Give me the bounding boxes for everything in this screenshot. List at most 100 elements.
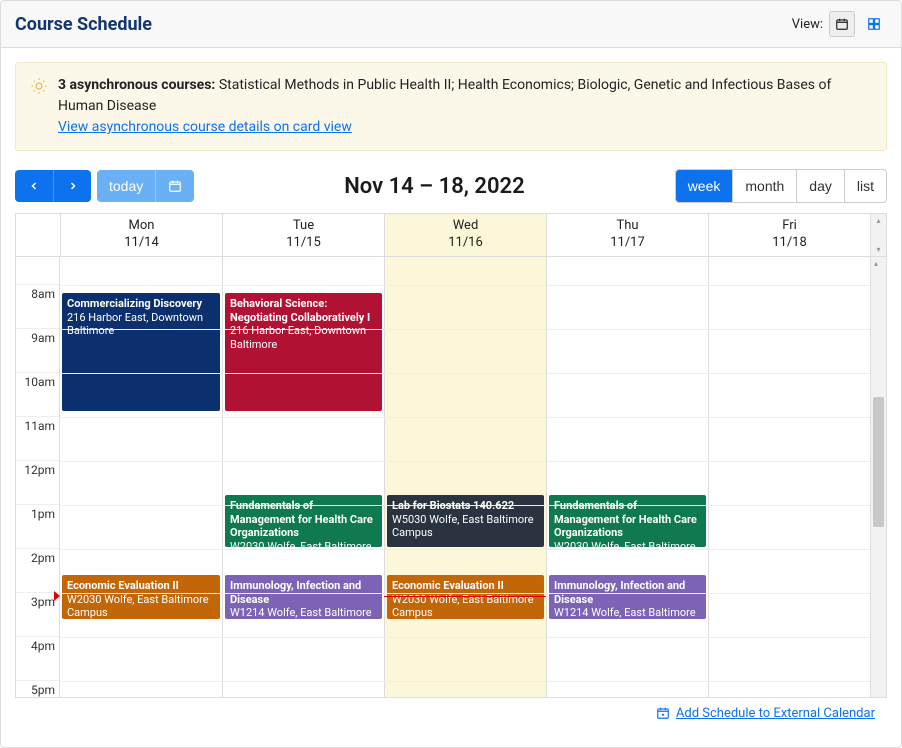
month-button[interactable]: month	[732, 170, 796, 202]
day-date: 11/18	[709, 235, 870, 252]
card-view-button[interactable]	[861, 11, 887, 37]
calendar-event[interactable]: Immunology, Infection and DiseaseW1214 W…	[225, 575, 382, 619]
calendar-event[interactable]: Commercializing Discovery216 Harbor East…	[62, 293, 220, 411]
day-column-mon: Commercializing Discovery216 Harbor East…	[60, 257, 222, 697]
event-location: W2030 Wolfe, East Baltimore Campus	[67, 593, 215, 619]
day-header: Tue 11/15	[222, 214, 384, 257]
export-calendar-link[interactable]: Add Schedule to External Calendar	[656, 706, 875, 721]
vertical-scrollbar[interactable]	[870, 257, 886, 697]
event-location: W1214 Wolfe, East Baltimore Campus	[230, 606, 377, 619]
grid-line	[60, 329, 870, 330]
next-button[interactable]	[53, 170, 91, 202]
date-range-title: Nov 14 – 18, 2022	[344, 174, 524, 199]
time-label	[16, 257, 59, 285]
calendar-body: 8am 9am 10am 11am 12pm 1pm 2pm 3pm 4pm 5…	[16, 257, 886, 697]
calendar-view-button[interactable]	[829, 11, 855, 37]
day-header: Fri 11/18	[708, 214, 870, 257]
time-label: 3pm	[16, 593, 59, 637]
notice-text: 3 asynchronous courses: Statistical Meth…	[58, 75, 872, 138]
day-button[interactable]: day	[796, 170, 844, 202]
day-date: 11/14	[61, 235, 222, 252]
prev-button[interactable]	[15, 170, 53, 202]
grid-line	[60, 681, 870, 682]
grid-line	[60, 637, 870, 638]
day-of-week: Mon	[61, 218, 222, 235]
chevron-left-icon	[28, 180, 40, 192]
export-calendar-label: Add Schedule to External Calendar	[676, 706, 875, 721]
async-notice: 3 asynchronous courses: Statistical Meth…	[15, 62, 887, 151]
time-label: 4pm	[16, 637, 59, 681]
view-switcher: View:	[792, 11, 887, 37]
today-group: today	[97, 170, 194, 202]
panel-body: 3 asynchronous courses: Statistical Meth…	[1, 48, 901, 747]
calendar-event[interactable]: Lab for Biostats 140.622W5030 Wolfe, Eas…	[387, 495, 544, 547]
panel-header: Course Schedule View:	[1, 1, 901, 48]
calendar-event[interactable]: Fundamentals of Management for Health Ca…	[225, 495, 382, 547]
calendar-event[interactable]: Immunology, Infection and DiseaseW1214 W…	[549, 575, 706, 619]
event-location: 216 Harbor East, Downtown Baltimore	[67, 311, 215, 339]
chevron-right-icon	[67, 180, 79, 192]
card-icon	[867, 17, 881, 31]
event-location: W2030 Wolfe, East Baltimore Campus	[230, 540, 377, 547]
calendar-icon	[835, 17, 849, 31]
time-label: 12pm	[16, 461, 59, 505]
day-header-today: Wed 11/16	[384, 214, 546, 257]
calendar-event[interactable]: Behavioral Science: Negotiating Collabor…	[225, 293, 382, 411]
day-date: 11/16	[385, 235, 546, 252]
panel-footer: Add Schedule to External Calendar	[15, 698, 887, 733]
scroll-stub: ▴▾	[870, 214, 886, 257]
calendar-add-icon	[656, 706, 670, 720]
notice-link[interactable]: View asynchronous course details on card…	[58, 117, 352, 138]
day-of-week: Fri	[709, 218, 870, 235]
calendar-event[interactable]: Economic Evaluation IIW2030 Wolfe, East …	[62, 575, 220, 619]
day-header: Mon 11/14	[60, 214, 222, 257]
day-of-week: Thu	[547, 218, 708, 235]
event-title: Economic Evaluation II	[392, 579, 539, 593]
day-column-tue: Behavioral Science: Negotiating Collabor…	[222, 257, 384, 697]
time-label: 5pm	[16, 681, 59, 697]
grid-line	[60, 593, 870, 594]
grid-line	[60, 285, 870, 286]
event-title: Behavioral Science: Negotiating Collabor…	[230, 297, 377, 325]
calendar-grid[interactable]: Commercializing Discovery216 Harbor East…	[60, 257, 870, 697]
datepicker-button[interactable]	[155, 170, 194, 202]
event-title: Economic Evaluation II	[67, 579, 215, 593]
time-gutter: 8am 9am 10am 11am 12pm 1pm 2pm 3pm 4pm 5…	[16, 257, 60, 697]
calendar-icon	[168, 179, 182, 193]
nav-arrows	[15, 170, 91, 202]
nav-group: today	[15, 170, 194, 202]
day-header: Thu 11/17	[546, 214, 708, 257]
scrollbar-thumb[interactable]	[873, 397, 884, 527]
week-button[interactable]: week	[676, 170, 733, 202]
time-label: 11am	[16, 417, 59, 461]
sun-icon	[30, 77, 48, 99]
today-button[interactable]: today	[97, 170, 155, 202]
grid-line	[60, 373, 870, 374]
day-column-fri	[708, 257, 870, 697]
day-date: 11/15	[223, 235, 384, 252]
page-title: Course Schedule	[15, 14, 152, 35]
calendar-event[interactable]: Fundamentals of Management for Health Ca…	[549, 495, 706, 547]
event-location: W5030 Wolfe, East Baltimore Campus	[392, 513, 539, 541]
calendar-toolbar: today Nov 14 – 18, 2022 week month day l…	[15, 169, 887, 203]
calendar-event[interactable]: Economic Evaluation IIW2030 Wolfe, East …	[387, 575, 544, 619]
calendar-header-row: Mon 11/14 Tue 11/15 Wed 11/16 Thu 11/17 …	[16, 214, 886, 257]
day-date: 11/17	[547, 235, 708, 252]
time-label: 8am	[16, 285, 59, 329]
event-location: W2030 Wolfe, East Baltimore Campus	[554, 540, 701, 547]
notice-bold: 3 asynchronous courses:	[58, 77, 219, 93]
view-label: View:	[792, 17, 823, 32]
time-label: 9am	[16, 329, 59, 373]
list-button[interactable]: list	[844, 170, 886, 202]
day-of-week: Wed	[385, 218, 546, 235]
schedule-panel: Course Schedule View: 3 asynchronous cou…	[0, 0, 902, 748]
now-indicator-line	[384, 596, 546, 597]
day-of-week: Tue	[223, 218, 384, 235]
time-gutter-header	[16, 214, 60, 257]
grid-line	[60, 505, 870, 506]
calendar: Mon 11/14 Tue 11/15 Wed 11/16 Thu 11/17 …	[15, 213, 887, 698]
grid-line	[60, 461, 870, 462]
time-label: 2pm	[16, 549, 59, 593]
grid-line	[60, 417, 870, 418]
day-column-thu: Fundamentals of Management for Health Ca…	[546, 257, 708, 697]
